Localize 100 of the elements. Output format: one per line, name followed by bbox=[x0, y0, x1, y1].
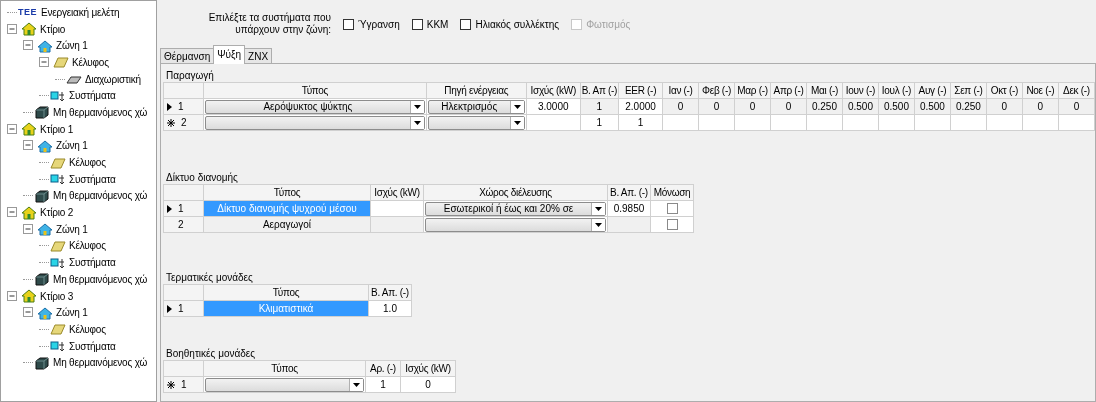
column-header[interactable]: Ιαν (-) bbox=[662, 82, 699, 99]
network-icon bbox=[50, 339, 66, 354]
panel-icon bbox=[53, 55, 69, 70]
collapse-icon[interactable] bbox=[23, 140, 34, 152]
section-title: Βοηθητικές μονάδες bbox=[165, 347, 257, 360]
tree-item[interactable]: Μη θερμαινόμενος χώ bbox=[52, 357, 149, 369]
tree-item[interactable]: Μη θερμαινόμενος χώ bbox=[52, 106, 149, 118]
tree-item[interactable]: Κέλυφος bbox=[68, 157, 107, 169]
dropdown[interactable] bbox=[205, 377, 364, 392]
column-header[interactable]: Φεβ (-) bbox=[698, 82, 735, 99]
tree-item[interactable]: Κτίριο 1 bbox=[39, 123, 75, 135]
column-header[interactable]: Τύπος bbox=[203, 284, 369, 301]
tree-item[interactable]: Κέλυφος bbox=[71, 56, 110, 68]
column-header[interactable]: Σεπ (-) bbox=[950, 82, 987, 99]
column-header[interactable]: Ισχύς (kW) bbox=[400, 360, 456, 377]
column-header[interactable]: Τύπος bbox=[203, 184, 371, 201]
dropdown[interactable] bbox=[425, 217, 606, 232]
column-header[interactable]: Αυγ (-) bbox=[914, 82, 951, 99]
tree-item[interactable]: Συστήματα bbox=[68, 340, 117, 352]
tree-item[interactable]: Κέλυφος bbox=[68, 240, 107, 252]
collapse-icon[interactable] bbox=[23, 307, 34, 319]
collapse-icon[interactable] bbox=[7, 23, 18, 35]
checkbox[interactable] bbox=[343, 18, 354, 30]
network-icon bbox=[50, 255, 66, 270]
house-icon bbox=[37, 138, 53, 153]
cube-icon bbox=[34, 355, 50, 370]
row-number: 2 bbox=[178, 219, 184, 230]
column-header[interactable]: Τύπος bbox=[203, 360, 366, 377]
dropdown-arrow-icon bbox=[595, 206, 602, 211]
row-number: 1 bbox=[181, 379, 187, 390]
column-header[interactable]: Ισχύς (kW) bbox=[370, 184, 424, 201]
collapse-icon[interactable] bbox=[39, 56, 50, 68]
column-header[interactable]: Οκτ (-) bbox=[986, 82, 1023, 99]
checkbox[interactable] bbox=[460, 18, 472, 30]
dropdown-arrow-icon bbox=[513, 104, 521, 109]
panel-icon bbox=[50, 155, 66, 170]
dropdown[interactable]: Ηλεκτρισμός bbox=[427, 99, 525, 114]
column-header[interactable]: EER (-) bbox=[618, 82, 663, 99]
checkbox-label: ΚΚΜ bbox=[426, 18, 449, 30]
tree-item[interactable]: Ενεργειακή μελέτη bbox=[40, 6, 121, 18]
column-header[interactable]: Δεκ (-) bbox=[1058, 82, 1095, 99]
tree-item[interactable]: Συστήματα bbox=[68, 173, 117, 185]
checkbox[interactable] bbox=[411, 18, 423, 30]
tree-item[interactable]: Ζώνη 1 bbox=[55, 140, 89, 152]
dropdown-arrow-icon bbox=[353, 382, 360, 387]
row-number: 1 bbox=[178, 303, 184, 314]
collapse-icon[interactable] bbox=[7, 290, 18, 302]
tab[interactable]: ZNX bbox=[244, 48, 273, 64]
dropdown[interactable] bbox=[427, 115, 525, 130]
column-header[interactable]: Β. Απ. (-) bbox=[368, 284, 412, 301]
column-header[interactable]: Απρ (-) bbox=[770, 82, 807, 99]
column-header[interactable]: Νοε (-) bbox=[1022, 82, 1059, 99]
tree-item[interactable]: Μη θερμαινόμενος χώ bbox=[52, 273, 149, 285]
column-header[interactable]: Μόνωση bbox=[650, 184, 694, 201]
dropdown[interactable]: Εσωτερικοί ή έως και 20% σε bbox=[425, 201, 606, 216]
tree-item[interactable]: Μη θερμαινόμενος χώ bbox=[52, 190, 149, 202]
column-header[interactable]: Πηγή ενέργειας bbox=[426, 82, 527, 99]
column-header[interactable]: Αρ. (-) bbox=[365, 360, 401, 377]
tree-item[interactable]: Συστήματα bbox=[68, 257, 117, 269]
column-header[interactable]: Ισχύς (kW) bbox=[526, 82, 581, 99]
checkbox[interactable] bbox=[666, 219, 678, 230]
panel-icon bbox=[50, 238, 66, 253]
column-header[interactable]: Β. Απ. (-) bbox=[607, 184, 651, 201]
tree-item[interactable]: Διαχωριστική bbox=[84, 73, 142, 85]
tab[interactable]: Ψύξη bbox=[213, 45, 246, 64]
corner-header bbox=[163, 284, 204, 301]
dropdown-arrow-icon bbox=[513, 120, 521, 125]
column-header[interactable]: Ιουλ (-) bbox=[878, 82, 915, 99]
tree-item[interactable]: Κτίριο bbox=[39, 23, 67, 35]
collapse-icon[interactable] bbox=[23, 40, 34, 52]
logo: TEE bbox=[18, 7, 37, 18]
tree-item[interactable]: Ζώνη 1 bbox=[55, 307, 89, 319]
column-header[interactable]: Ιουν (-) bbox=[842, 82, 879, 99]
checkbox[interactable] bbox=[666, 203, 678, 214]
tab[interactable]: Θέρμανση bbox=[160, 48, 215, 64]
collapse-icon[interactable] bbox=[7, 123, 18, 135]
checkbox-label: Ηλιακός συλλέκτης bbox=[475, 18, 560, 30]
dropdown[interactable]: Αερόψυκτος ψύκτης bbox=[204, 99, 425, 114]
section-title: Δίκτυο διανομής bbox=[165, 171, 239, 184]
tree-item[interactable]: Συστήματα bbox=[68, 90, 117, 102]
tree-item[interactable]: Κέλυφος bbox=[68, 323, 107, 335]
column-header[interactable]: Μαι (-) bbox=[806, 82, 843, 99]
row-number: 1 bbox=[178, 101, 184, 112]
house-icon bbox=[37, 305, 53, 320]
row-number: 1 bbox=[178, 203, 184, 214]
tree-item[interactable]: Κτίριο 2 bbox=[39, 207, 75, 219]
collapse-icon[interactable] bbox=[23, 223, 34, 235]
collapse-icon[interactable] bbox=[7, 207, 18, 219]
column-header[interactable]: Χώρος διέλευσης bbox=[423, 184, 608, 201]
section-title: Παραγωγή bbox=[165, 69, 215, 82]
column-header[interactable]: Μαρ (-) bbox=[734, 82, 771, 99]
tree-item[interactable]: Ζώνη 1 bbox=[55, 223, 89, 235]
tree-item[interactable]: Κτίριο 3 bbox=[39, 290, 75, 302]
house-icon bbox=[37, 222, 53, 237]
house-icon bbox=[21, 289, 37, 304]
column-header[interactable]: Τύπος bbox=[203, 82, 427, 99]
tree-item[interactable]: Ζώνη 1 bbox=[55, 40, 89, 52]
dropdown[interactable] bbox=[204, 115, 425, 130]
column-header[interactable]: Β. Απ (-) bbox=[580, 82, 619, 99]
prompt-text: Επιλέξτε τα συστήματα που υπάρχουν στην ζώνη: bbox=[207, 12, 331, 36]
